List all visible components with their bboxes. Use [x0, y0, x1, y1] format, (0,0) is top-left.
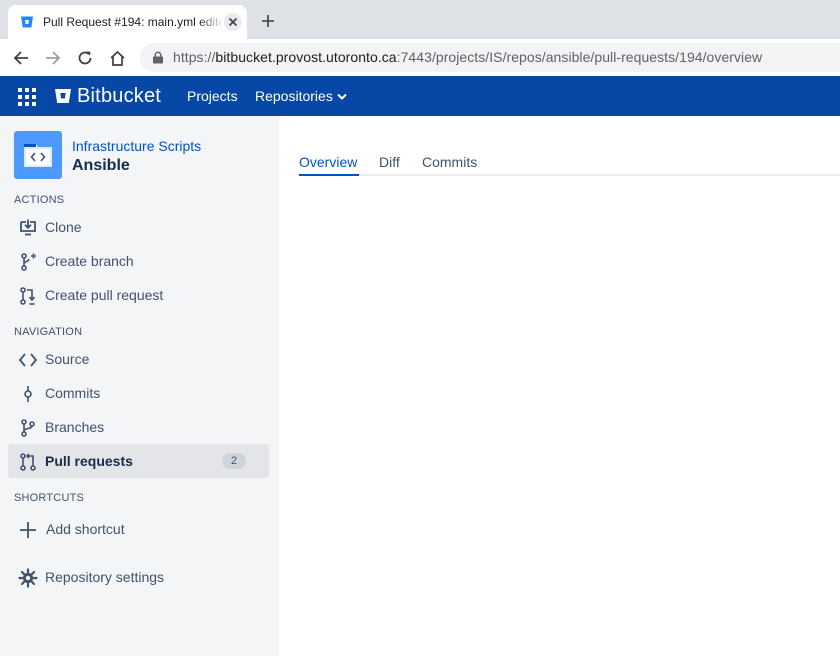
- sidebar-item-commits[interactable]: Commits: [8, 376, 269, 410]
- browser-tabstrip: Pull Request #194: main.yml edited: [0, 0, 840, 39]
- sidebar-item-label: Source: [45, 351, 90, 367]
- sidebar-item-clone[interactable]: Clone: [8, 210, 269, 244]
- sidebar-item-label: Commits: [45, 385, 101, 401]
- sidebar-item-label: Pull requests: [45, 453, 133, 469]
- repo-avatar[interactable]: [14, 131, 62, 179]
- reload-icon[interactable]: [73, 46, 97, 70]
- close-tab-icon[interactable]: [224, 13, 242, 31]
- url-text: https://bitbucket.provost.utoronto.ca:74…: [173, 49, 763, 65]
- sidebar-item-branches[interactable]: Branches: [8, 410, 269, 444]
- chevron-down-icon[interactable]: [336, 92, 348, 102]
- sidebar-item-label: Create branch: [45, 253, 134, 269]
- actions-section-header: ACTIONS: [14, 194, 65, 206]
- repositories-dropdown[interactable]: Repositories: [255, 88, 333, 104]
- commit-icon: [24, 386, 32, 402]
- sidebar-item-create-branch[interactable]: Create branch: [8, 244, 269, 278]
- active-tab-indicator: [299, 174, 359, 176]
- gear-icon: [18, 568, 38, 588]
- forward-arrow-icon[interactable]: [41, 46, 65, 70]
- create-pull-request-icon: [20, 287, 36, 305]
- repository-code-icon: [24, 144, 52, 167]
- sidebar-item-repository-settings[interactable]: Repository settings: [8, 560, 269, 594]
- pull-request-icon: [20, 453, 36, 471]
- back-arrow-icon[interactable]: [9, 46, 33, 70]
- sidebar-item-label: Create pull request: [45, 287, 164, 303]
- create-branch-icon: [21, 253, 36, 271]
- app-header: Bitbucket Projects Repositories: [0, 76, 840, 116]
- navigation-section-header: NAVIGATION: [14, 326, 83, 338]
- tab-diff[interactable]: Diff: [379, 154, 400, 170]
- logo-text: Bitbucket: [77, 84, 162, 107]
- app-switcher-grid-icon[interactable]: [18, 88, 36, 106]
- bitbucket-logo[interactable]: Bitbucket: [54, 84, 161, 108]
- clone-icon: [20, 219, 36, 236]
- sidebar: Infrastructure Scripts Ansible ACTIONS C…: [0, 116, 279, 656]
- lock-icon[interactable]: [152, 51, 164, 64]
- repo-name-link[interactable]: Ansible: [72, 157, 130, 175]
- sidebar-item-label: Add shortcut: [46, 521, 125, 537]
- browser-tab[interactable]: Pull Request #194: main.yml edited: [8, 5, 247, 39]
- branch-icon: [21, 419, 35, 437]
- shortcuts-section-header: SHORTCUTS: [14, 492, 85, 504]
- tab-commits[interactable]: Commits: [422, 154, 477, 170]
- bitbucket-favicon-icon: [21, 16, 33, 28]
- tab-overview[interactable]: Overview: [299, 154, 357, 170]
- sidebar-item-create-pull-request[interactable]: Create pull request: [8, 278, 269, 312]
- address-bar[interactable]: https://bitbucket.provost.utoronto.ca:74…: [140, 43, 840, 72]
- sidebar-item-source[interactable]: Source: [8, 342, 269, 376]
- home-icon[interactable]: [105, 46, 129, 70]
- plus-icon: [20, 522, 36, 538]
- sidebar-item-label: Branches: [45, 419, 105, 435]
- sidebar-item-label: Clone: [45, 219, 82, 235]
- sidebar-item-label: Repository settings: [45, 569, 165, 585]
- project-name-link[interactable]: Infrastructure Scripts: [72, 138, 201, 154]
- pull-request-count-badge: 2: [222, 453, 246, 469]
- projects-link[interactable]: Projects: [187, 88, 238, 104]
- sidebar-item-pull-requests[interactable]: Pull requests 2: [8, 444, 269, 478]
- tab-title: Pull Request #194: main.yml edited: [43, 15, 221, 29]
- browser-toolbar: https://bitbucket.provost.utoronto.ca:74…: [0, 39, 840, 76]
- pull-request-tabs: Overview Diff Commits: [299, 150, 840, 176]
- add-shortcut-button[interactable]: Add shortcut: [8, 512, 269, 546]
- source-code-icon: [18, 353, 38, 367]
- new-tab-icon[interactable]: [257, 10, 279, 32]
- bitbucket-logo-icon: [55, 89, 71, 103]
